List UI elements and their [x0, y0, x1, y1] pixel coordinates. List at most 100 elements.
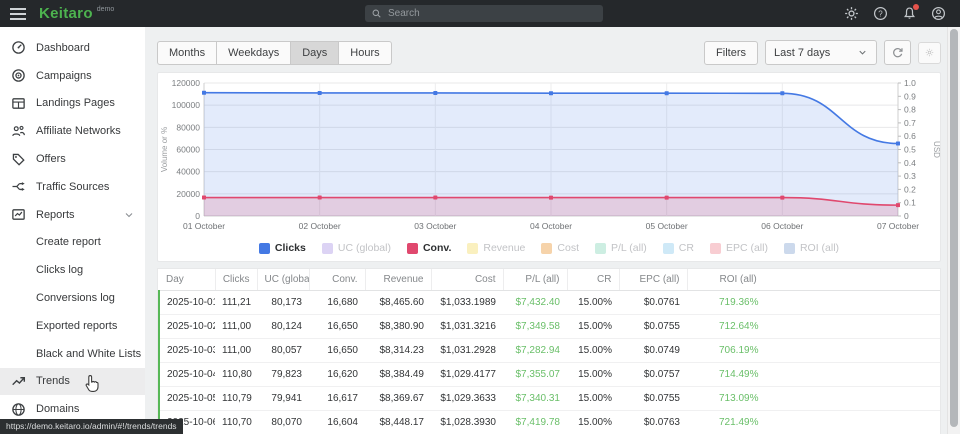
- filters-button[interactable]: Filters: [704, 41, 758, 65]
- svg-text:0.9: 0.9: [904, 91, 916, 101]
- svg-text:0.1: 0.1: [904, 198, 916, 208]
- tab-days[interactable]: Days: [290, 41, 339, 65]
- legend-item-p-l-all[interactable]: P/L (all): [595, 242, 647, 254]
- column-header-roi-all[interactable]: ROI (all): [687, 269, 940, 291]
- column-header-cr[interactable]: CR: [567, 269, 619, 291]
- column-header-epc-all[interactable]: EPC (all): [619, 269, 687, 291]
- column-header-clicks[interactable]: Clicks: [215, 269, 257, 291]
- sidebar-item-trends[interactable]: Trends: [0, 368, 145, 396]
- sidebar-item-landings-pages[interactable]: Landings Pages: [0, 90, 145, 118]
- sidebar-item-dashboard[interactable]: Dashboard: [0, 34, 145, 62]
- sidebar-item-offers[interactable]: Offers: [0, 145, 145, 173]
- tag-icon: [11, 152, 26, 167]
- legend-item-cost[interactable]: Cost: [541, 242, 579, 254]
- legend-item-epc-all[interactable]: EPC (all): [710, 242, 768, 254]
- column-header-uc-global[interactable]: UC (global): [257, 269, 309, 291]
- tab-weekdays[interactable]: Weekdays: [216, 41, 291, 65]
- legend-swatch: [259, 243, 270, 254]
- table-cell-roi-all: 712.64%: [687, 315, 940, 339]
- legend-item-cr[interactable]: CR: [663, 242, 694, 254]
- sidebar-item-label: Campaigns: [36, 70, 92, 82]
- sidebar-item-reports[interactable]: Reports: [0, 201, 145, 229]
- svg-text:120000: 120000: [172, 78, 201, 88]
- table-cell-conv: 16,604: [309, 411, 365, 434]
- column-header-revenue[interactable]: Revenue: [365, 269, 431, 291]
- table-cell-day: 2025-10-04: [159, 363, 215, 387]
- table-cell-roi-all: 706.19%: [687, 339, 940, 363]
- table-cell-uc-global: 79,823: [257, 363, 309, 387]
- trends-table: DayClicksUC (global)Conv.RevenueCostP/L …: [158, 269, 940, 434]
- table-cell-cost: $1,029.3633: [431, 387, 503, 411]
- svg-text:20000: 20000: [176, 189, 200, 199]
- table-body: 2025-10-01111,2180,17316,680$8,465.60$1,…: [159, 291, 940, 434]
- sidebar-item-conversions-log[interactable]: Conversions log: [0, 284, 145, 312]
- trends-chart[interactable]: 02000040000600008000010000012000000.10.2…: [158, 75, 942, 241]
- table-cell-p-l-all: $7,419.78: [503, 411, 567, 434]
- sidebar-item-campaigns[interactable]: Campaigns: [0, 62, 145, 90]
- app-logo[interactable]: Keitaro: [39, 5, 93, 22]
- column-header-conv[interactable]: Conv.: [309, 269, 365, 291]
- column-header-p-l-all[interactable]: P/L (all): [503, 269, 567, 291]
- svg-text:06 October: 06 October: [761, 221, 803, 231]
- table-cell-day: 2025-10-05: [159, 387, 215, 411]
- sidebar-item-label: Trends: [36, 375, 70, 387]
- svg-text:07 October: 07 October: [877, 221, 919, 231]
- legend-label: ROI (all): [800, 242, 839, 254]
- table-cell-epc-all: $0.0755: [619, 387, 687, 411]
- chevron-down-icon: [857, 47, 868, 58]
- table-cell-epc-all: $0.0749: [619, 339, 687, 363]
- report-toolbar: MonthsWeekdaysDaysHours Filters Last 7 d…: [157, 40, 941, 65]
- legend-item-uc-global[interactable]: UC (global): [322, 242, 391, 254]
- legend-swatch: [595, 243, 606, 254]
- table-cell-cost: $1,028.3930: [431, 411, 503, 434]
- account-icon[interactable]: [931, 6, 946, 21]
- svg-text:0.5: 0.5: [904, 145, 916, 155]
- search-input[interactable]: Search: [365, 5, 603, 22]
- hamburger-menu-icon[interactable]: [9, 7, 27, 21]
- chevron-down-icon: [123, 209, 135, 221]
- sidebar-item-clicks-log[interactable]: Clicks log: [0, 256, 145, 284]
- sidebar-item-label: Landings Pages: [36, 97, 115, 109]
- topbar: Keitaro demo Search ?: [0, 0, 960, 27]
- sidebar-item-exported-reports[interactable]: Exported reports: [0, 312, 145, 340]
- legend-item-roi-all[interactable]: ROI (all): [784, 242, 839, 254]
- sidebar-item-label: Conversions log: [36, 292, 115, 304]
- bell-icon[interactable]: [902, 6, 917, 21]
- sidebar-item-affiliate-networks[interactable]: Affiliate Networks: [0, 117, 145, 145]
- table-cell-cost: $1,029.4177: [431, 363, 503, 387]
- interval-tabs: MonthsWeekdaysDaysHours: [157, 41, 392, 65]
- tab-months[interactable]: Months: [157, 41, 217, 65]
- legend-label: Cost: [557, 242, 579, 254]
- table-cell-uc-global: 80,173: [257, 291, 309, 315]
- sidebar-item-black-and-white-lists[interactable]: Black and White Lists: [0, 340, 145, 368]
- table-cell-clicks: 111,21: [215, 291, 257, 315]
- vertical-scrollbar[interactable]: [947, 27, 960, 434]
- table-cell-conv: 16,617: [309, 387, 365, 411]
- help-icon[interactable]: ?: [873, 6, 888, 21]
- legend-item-conv[interactable]: Conv.: [407, 242, 451, 254]
- table-cell-clicks: 110,79: [215, 387, 257, 411]
- sidebar-item-create-report[interactable]: Create report: [0, 229, 145, 257]
- legend-item-clicks[interactable]: Clicks: [259, 242, 306, 254]
- gear-icon[interactable]: [844, 6, 859, 21]
- table-cell-p-l-all: $7,340.31: [503, 387, 567, 411]
- column-header-cost[interactable]: Cost: [431, 269, 503, 291]
- svg-text:0.7: 0.7: [904, 118, 916, 128]
- svg-text:80000: 80000: [176, 122, 200, 132]
- link-status-tooltip: https://demo.keitaro.io/admin/#!/trends/…: [0, 419, 183, 434]
- table-row: 2025-10-03111,0080,05716,650$8,314.23$1,…: [159, 339, 940, 363]
- table-cell-p-l-all: $7,349.58: [503, 315, 567, 339]
- date-range-select[interactable]: Last 7 days: [765, 40, 877, 65]
- table-cell-revenue: $8,369.67: [365, 387, 431, 411]
- legend-item-revenue[interactable]: Revenue: [467, 242, 525, 254]
- refresh-button[interactable]: [884, 40, 911, 65]
- sidebar-item-label: Clicks log: [36, 264, 83, 276]
- column-header-day[interactable]: Day: [159, 269, 215, 291]
- sidebar-item-traffic-sources[interactable]: Traffic Sources: [0, 173, 145, 201]
- report-settings-button[interactable]: [918, 42, 941, 64]
- sidebar-item-label: Exported reports: [36, 320, 117, 332]
- legend-label: Clicks: [275, 242, 306, 254]
- scrollbar-thumb[interactable]: [950, 29, 958, 427]
- trends-chart-card: 02000040000600008000010000012000000.10.2…: [157, 72, 941, 262]
- tab-hours[interactable]: Hours: [338, 41, 391, 65]
